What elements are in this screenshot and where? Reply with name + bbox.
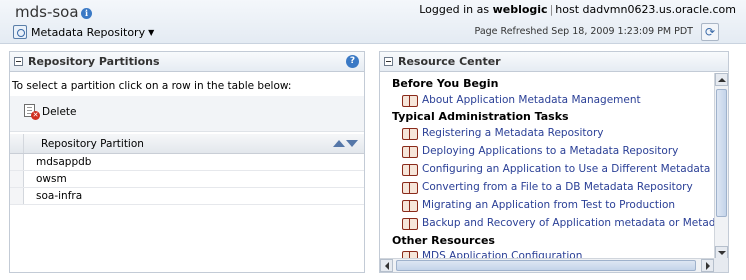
target-icon bbox=[13, 25, 27, 39]
row-header-cell bbox=[10, 134, 24, 153]
instruction-text: To select a partition click on a row in … bbox=[12, 80, 292, 92]
chevron-down-icon: ▼ bbox=[148, 27, 155, 37]
page-refreshed-text: Page Refreshed Sep 18, 2009 1:23:09 PM P… bbox=[474, 26, 693, 37]
resource-center-content: Before You Begin About Application Metad… bbox=[380, 73, 714, 259]
horizontal-scrollbar[interactable] bbox=[380, 258, 714, 272]
delete-icon: ✕ bbox=[24, 104, 40, 120]
resource-link-text: Deploying Applications to a Metadata Rep… bbox=[422, 145, 679, 157]
section-heading-other-resources: Other Resources bbox=[392, 234, 495, 247]
sort-ascending-icon[interactable] bbox=[333, 140, 345, 147]
book-icon bbox=[402, 217, 418, 230]
resource-link-text: Converting from a File to a DB Metadata … bbox=[422, 181, 693, 193]
panel-title: Repository Partitions bbox=[28, 55, 160, 68]
login-info: Logged in as weblogic | host dadvmn0623.us… bbox=[419, 3, 736, 16]
collapse-icon[interactable] bbox=[384, 57, 393, 66]
resource-link-text: Backup and Recovery of Application metad… bbox=[422, 217, 714, 229]
info-icon[interactable]: i bbox=[81, 8, 92, 19]
resource-link-text: Registering a Metadata Repository bbox=[422, 127, 604, 139]
book-icon bbox=[402, 199, 418, 212]
table-row[interactable]: mdsappdb bbox=[10, 154, 364, 171]
resource-link[interactable]: Converting from a File to a DB Metadata … bbox=[402, 181, 693, 194]
resource-link[interactable]: About Application Metadata Management bbox=[402, 94, 641, 107]
resource-link[interactable]: Backup and Recovery of Application metad… bbox=[402, 217, 714, 230]
refresh-icon[interactable]: ⟳ bbox=[701, 23, 719, 41]
partitions-table: Repository Partition mdsappdb owsm soa-i… bbox=[10, 134, 364, 205]
table-row[interactable]: soa-infra bbox=[10, 188, 364, 205]
partition-name: soa-infra bbox=[36, 190, 83, 202]
resource-link[interactable]: Registering a Metadata Repository bbox=[402, 127, 604, 140]
table-row[interactable]: owsm bbox=[10, 171, 364, 188]
help-icon[interactable]: ? bbox=[346, 55, 359, 68]
book-icon bbox=[402, 145, 418, 158]
partition-name: mdsappdb bbox=[36, 156, 92, 168]
delete-button[interactable]: ✕ Delete bbox=[24, 104, 77, 120]
resource-link-text: About Application Metadata Management bbox=[422, 94, 641, 106]
host-info: host dadvmn0623.us.oracle.com bbox=[555, 3, 736, 16]
resource-link[interactable]: Migrating an Application from Test to Pr… bbox=[402, 199, 676, 212]
resource-link-text: Migrating an Application from Test to Pr… bbox=[422, 199, 676, 211]
row-selector[interactable] bbox=[10, 171, 24, 187]
delete-label: Delete bbox=[42, 105, 77, 118]
section-heading-before-you-begin: Before You Begin bbox=[392, 77, 499, 90]
chevron-right-icon bbox=[705, 261, 710, 270]
resource-link[interactable]: Configuring an Application to Use a Diff… bbox=[402, 163, 714, 176]
table-header: Repository Partition bbox=[10, 134, 364, 154]
panel-title: Resource Center bbox=[398, 55, 501, 68]
repository-partitions-panel: Repository Partitions ? To select a part… bbox=[9, 51, 365, 273]
target-menu-label: Metadata Repository bbox=[31, 25, 146, 39]
vertical-scrollbar[interactable] bbox=[714, 73, 728, 259]
separator: | bbox=[549, 3, 554, 16]
target-menu-button[interactable]: Metadata Repository ▼ bbox=[13, 24, 154, 40]
book-icon bbox=[402, 181, 418, 194]
chevron-up-icon bbox=[717, 77, 726, 82]
chevron-left-icon bbox=[384, 261, 389, 270]
chevron-down-icon bbox=[717, 250, 726, 255]
resource-link-text: Configuring an Application to Use a Diff… bbox=[422, 163, 714, 175]
resource-center-panel: Resource Center Before You Begin About A… bbox=[379, 51, 729, 273]
scrollbar-corner bbox=[714, 258, 728, 272]
sort-controls bbox=[332, 140, 358, 147]
column-header-repository-partition[interactable]: Repository Partition bbox=[24, 138, 332, 150]
page-title: mds-soa bbox=[15, 3, 79, 21]
book-icon bbox=[402, 94, 418, 107]
scroll-left-button[interactable] bbox=[380, 259, 393, 272]
partition-name: owsm bbox=[36, 173, 67, 185]
resource-link[interactable]: Deploying Applications to a Metadata Rep… bbox=[402, 145, 679, 158]
row-selector[interactable] bbox=[10, 188, 24, 204]
book-icon bbox=[402, 127, 418, 140]
scroll-up-button[interactable] bbox=[715, 73, 728, 86]
scrollbar-thumb[interactable] bbox=[716, 89, 727, 217]
section-heading-typical-administration-tasks: Typical Administration Tasks bbox=[392, 110, 569, 123]
panel-header: Resource Center bbox=[380, 52, 728, 72]
panel-header: Repository Partitions ? bbox=[10, 52, 364, 72]
page-header: mds-soa i Logged in as weblogic | host dad… bbox=[0, 0, 746, 44]
user-name: weblogic bbox=[492, 3, 548, 16]
logged-in-label: Logged in as bbox=[419, 3, 490, 16]
table-toolbar: ✕ Delete bbox=[10, 96, 364, 132]
row-selector[interactable] bbox=[10, 154, 24, 170]
sort-descending-icon[interactable] bbox=[346, 140, 358, 147]
scroll-right-button[interactable] bbox=[701, 259, 714, 272]
book-icon bbox=[402, 163, 418, 176]
collapse-icon[interactable] bbox=[14, 57, 23, 66]
scrollbar-thumb[interactable] bbox=[396, 260, 696, 271]
